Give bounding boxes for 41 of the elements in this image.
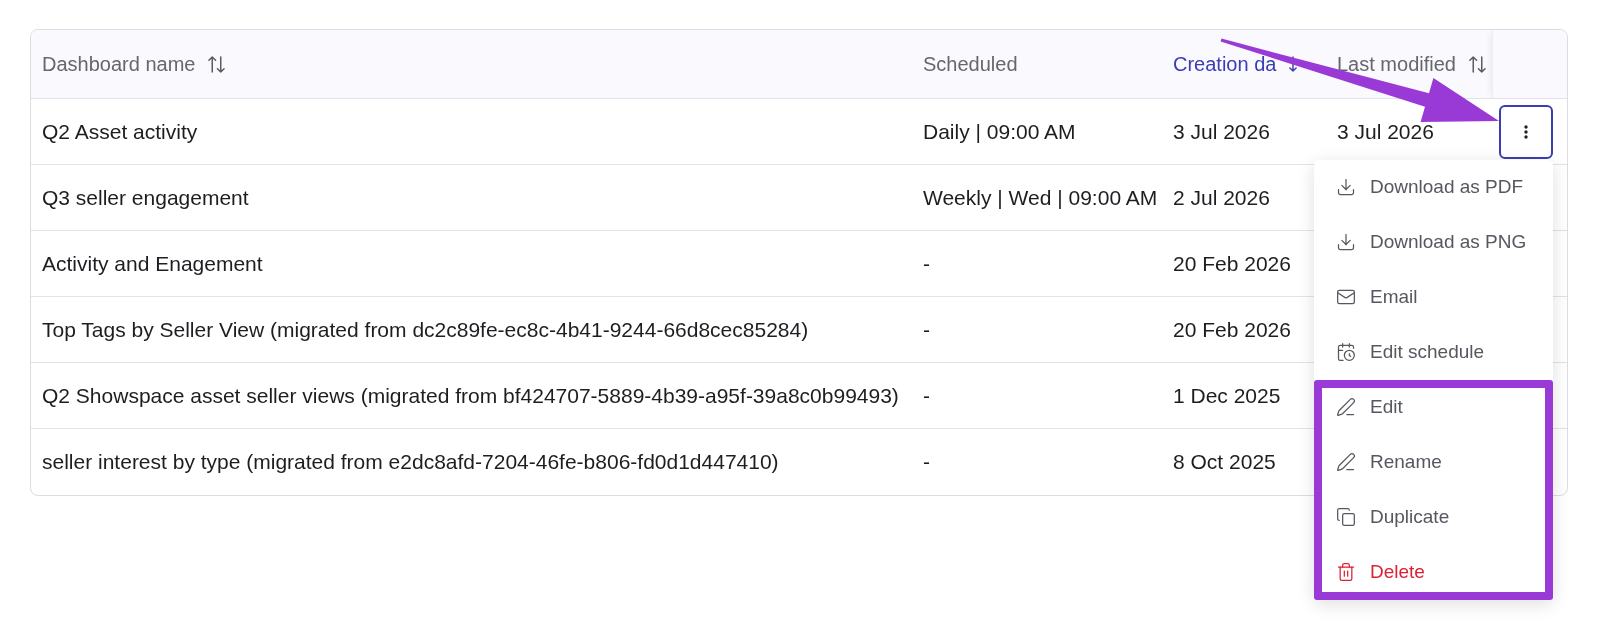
copy-icon: [1336, 507, 1356, 527]
table-cell-text: seller interest by type (migrated from e2dc8afd-7204-46fe-b806-fd0d1d447410): [42, 449, 779, 476]
table-cell-text: Q2 Showspace asset seller views (migrated from bf424707-5889-4b39-a95f-39a8c0b99493): [42, 382, 899, 409]
menu-item[interactable]: Rename: [1314, 434, 1553, 490]
column-header[interactable]: Dashboard name: [42, 49, 226, 79]
download-icon: [1336, 232, 1356, 252]
trash-icon: [1336, 562, 1356, 582]
table-cell-text: -: [923, 449, 930, 476]
table-cell-text: -: [923, 316, 930, 343]
menu-item[interactable]: Download as PNG: [1314, 214, 1553, 270]
table-cell-text: 3 Jul 2026: [1173, 118, 1270, 145]
table-cell-text: Weekly | Wed | 09:00 AM: [923, 184, 1158, 211]
column-header[interactable]: Last modified: [1337, 49, 1486, 79]
table-cell-text: Daily | 09:00 AM: [923, 118, 1076, 145]
calendar-clock-icon: [1336, 342, 1356, 362]
table-cell-text: 3 Jul 2026: [1337, 118, 1434, 145]
menu-item[interactable]: Edit schedule: [1314, 324, 1553, 380]
table-cell-text: -: [923, 250, 930, 277]
table-cell-text: Q3 seller engagement: [42, 184, 249, 211]
table-cell-text: 20 Feb 2026: [1173, 250, 1291, 277]
menu-item[interactable]: Duplicate: [1314, 489, 1553, 545]
download-icon: [1336, 177, 1356, 197]
more-vertical-icon: [1524, 124, 1528, 139]
table-cell-text: -: [923, 382, 930, 409]
more-options-button[interactable]: [1499, 104, 1553, 159]
column-header: Scheduled: [923, 52, 1018, 77]
table-cell-text: Activity and Enagement: [42, 250, 263, 277]
mail-icon: [1336, 287, 1356, 307]
menu-item[interactable]: Edit: [1314, 379, 1553, 435]
menu-item[interactable]: Delete: [1314, 544, 1553, 600]
table-cell-text: Q2 Asset activity: [42, 118, 198, 145]
table-cell-text: 20 Feb 2026: [1173, 316, 1291, 343]
pencil-icon: [1336, 452, 1356, 472]
table-cell-text: 8 Oct 2025: [1173, 449, 1276, 476]
menu-item[interactable]: Download as PDF: [1314, 159, 1553, 215]
column-header[interactable]: Creation da: [1173, 49, 1298, 79]
table-cell-text: Top Tags by Seller View (migrated from dc2c89fe-ec8c-4b41-9244-66d8cec85284): [42, 316, 809, 343]
table-cell-text: 1 Dec 2025: [1173, 382, 1281, 409]
menu-item[interactable]: Email: [1314, 269, 1553, 325]
pencil-icon: [1336, 397, 1356, 417]
table-cell-text: 2 Jul 2026: [1173, 184, 1270, 211]
